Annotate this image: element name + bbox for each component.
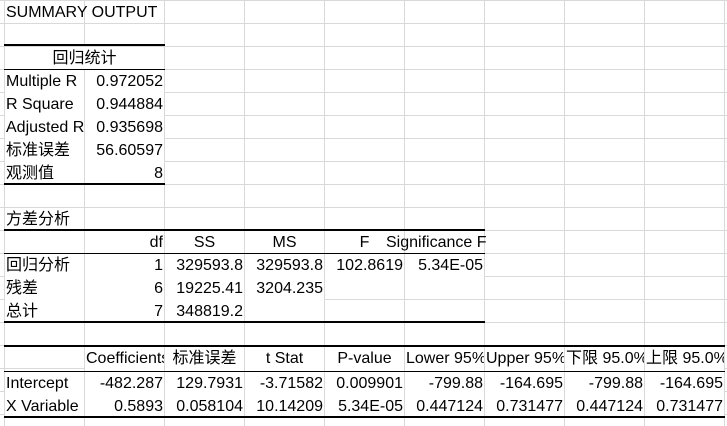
coef-x-variable-lower-95-0[interactable]: 0.447124 [565,395,644,418]
table-border-top [4,44,165,46]
anova-row-label-regression[interactable]: 回归分析 [5,254,84,277]
anova-header-ms[interactable]: MS [245,231,324,254]
anova-ss-residual[interactable]: 19225.41 [165,277,244,300]
coef-intercept-upper-95[interactable]: -164.695 [485,372,564,395]
stat-label-adjusted-r-square[interactable]: Adjusted R Square [5,116,84,139]
anova-row-label-total[interactable]: 总计 [5,300,84,323]
coef-intercept-lower-95-0[interactable]: -799.88 [565,372,644,395]
coef-header-upper-95-0[interactable]: 上限 95.0% [645,347,724,370]
anova-ms-regression[interactable]: 329593.8 [245,254,324,277]
coef-header-upper-95[interactable]: Upper 95% [485,347,564,370]
coef-x-variable-t-stat[interactable]: 10.14209 [245,395,324,418]
coef-x-variable-lower-95[interactable]: 0.447124 [405,395,484,418]
anova-df-total[interactable]: 7 [85,300,164,323]
table-border-bottom [4,183,165,185]
coef-header-standard-error[interactable]: 标准误差 [165,347,244,370]
anova-df-residual[interactable]: 6 [85,277,164,300]
anova-header-df[interactable]: df [85,231,164,254]
table-border-bottom [4,416,725,418]
gridline-v [724,0,725,426]
coef-intercept-upper-95-0[interactable]: -164.695 [645,372,724,395]
stat-value-r-square[interactable]: 0.944884 [85,93,164,116]
anova-f-regression[interactable]: 102.8619 [325,254,404,277]
table-border-bottom [4,321,485,323]
anova-title[interactable]: 方差分析 [5,208,84,231]
spreadsheet-grid: SUMMARY OUTPUT 回归统计 Multiple R 0.972052 … [0,0,727,426]
coef-x-variable-upper-95-0[interactable]: 0.731477 [645,395,724,418]
stat-value-multiple-r[interactable]: 0.972052 [85,70,164,93]
anova-ss-regression[interactable]: 329593.8 [165,254,244,277]
stat-label-standard-error[interactable]: 标准误差 [5,139,84,162]
coef-row-label-intercept[interactable]: Intercept [5,372,84,395]
coef-x-variable-coefficient[interactable]: 0.5893 [85,395,164,418]
coef-header-coefficients[interactable]: Coefficients [85,347,164,370]
coef-intercept-lower-95[interactable]: -799.88 [405,372,484,395]
coef-intercept-p-value[interactable]: 0.009901 [325,372,404,395]
anova-header-significance-f[interactable]: Significance F [386,231,487,254]
summary-title[interactable]: SUMMARY OUTPUT [5,1,163,24]
anova-ss-total[interactable]: 348819.2 [165,300,244,323]
stat-value-adjusted-r-square[interactable]: 0.935698 [85,116,164,139]
stat-value-standard-error[interactable]: 56.60597 [85,139,164,162]
stat-label-r-square[interactable]: R Square [5,93,84,116]
anova-ms-residual[interactable]: 3204.235 [245,277,324,300]
anova-sigf-regression[interactable]: 5.34E-05 [405,254,484,277]
coef-x-variable-p-value[interactable]: 5.34E-05 [325,395,404,418]
anova-header-significance-f-text: Significance F [386,234,487,251]
coef-header-t-stat[interactable]: t Stat [245,347,324,370]
coef-intercept-standard-error[interactable]: 129.7931 [165,372,244,395]
coef-header-p-value[interactable]: P-value [325,347,404,370]
coef-header-lower-95[interactable]: Lower 95% [405,347,484,370]
anova-header-ss[interactable]: SS [165,231,244,254]
coef-intercept-coefficient[interactable]: -482.287 [85,372,164,395]
regression-stats-header[interactable]: 回归统计 [5,47,164,70]
stat-value-observations[interactable]: 8 [85,162,164,185]
coef-row-label-x-variable[interactable]: X Variable [5,395,84,418]
anova-row-label-residual[interactable]: 残差 [5,277,84,300]
coef-intercept-t-stat[interactable]: -3.71582 [245,372,324,395]
coef-x-variable-standard-error[interactable]: 0.058104 [165,395,244,418]
stat-label-multiple-r[interactable]: Multiple R [5,70,84,93]
coef-x-variable-upper-95[interactable]: 0.731477 [485,395,564,418]
anova-df-regression[interactable]: 1 [85,254,164,277]
coef-header-lower-95-0[interactable]: 下限 95.0% [565,347,644,370]
gridline-h [0,207,727,208]
stat-label-observations[interactable]: 观测值 [5,162,84,185]
